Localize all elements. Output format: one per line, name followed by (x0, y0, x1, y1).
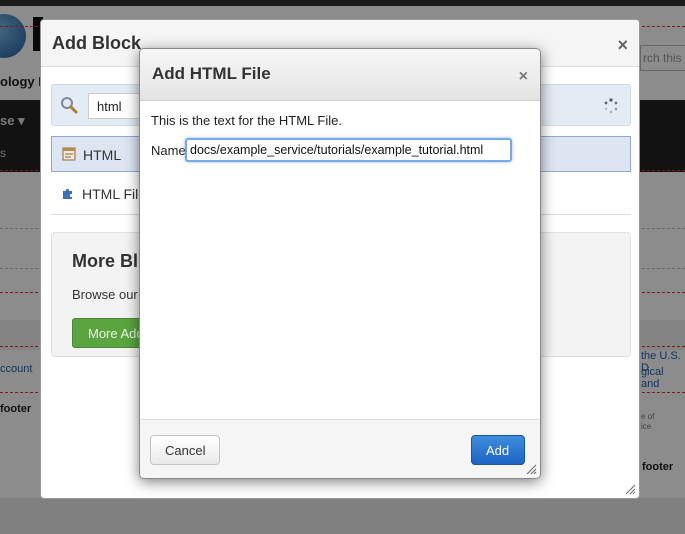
search-icon (61, 97, 78, 114)
name-field-label: Name (151, 143, 186, 158)
name-field[interactable] (185, 138, 512, 162)
spinner-icon (604, 98, 618, 114)
dialog-title: Add HTML File (152, 64, 271, 83)
dialog-footer: Cancel Add (140, 419, 540, 478)
more-blocks-title: More Bl (72, 251, 139, 271)
resize-handle-icon[interactable] (525, 463, 537, 475)
more-blocks-text: Browse our (72, 287, 138, 302)
block-list-item-label: HTML File (82, 186, 147, 202)
add-button[interactable]: Add (471, 435, 525, 465)
puzzle-piece-icon (63, 188, 72, 199)
add-html-file-dialog: Add HTML File × This is the text for the… (139, 48, 541, 479)
close-icon[interactable]: × (519, 69, 528, 85)
resize-handle-icon[interactable] (624, 483, 636, 495)
block-list-item-label: HTML (83, 147, 122, 163)
cancel-button[interactable]: Cancel (150, 435, 220, 465)
dialog-title: Add Block (52, 33, 142, 53)
close-icon[interactable]: × (617, 36, 628, 54)
dialog-header: Add HTML File × (140, 49, 540, 101)
dialog-description: This is the text for the HTML File. (151, 113, 342, 128)
html-block-icon (62, 147, 76, 161)
